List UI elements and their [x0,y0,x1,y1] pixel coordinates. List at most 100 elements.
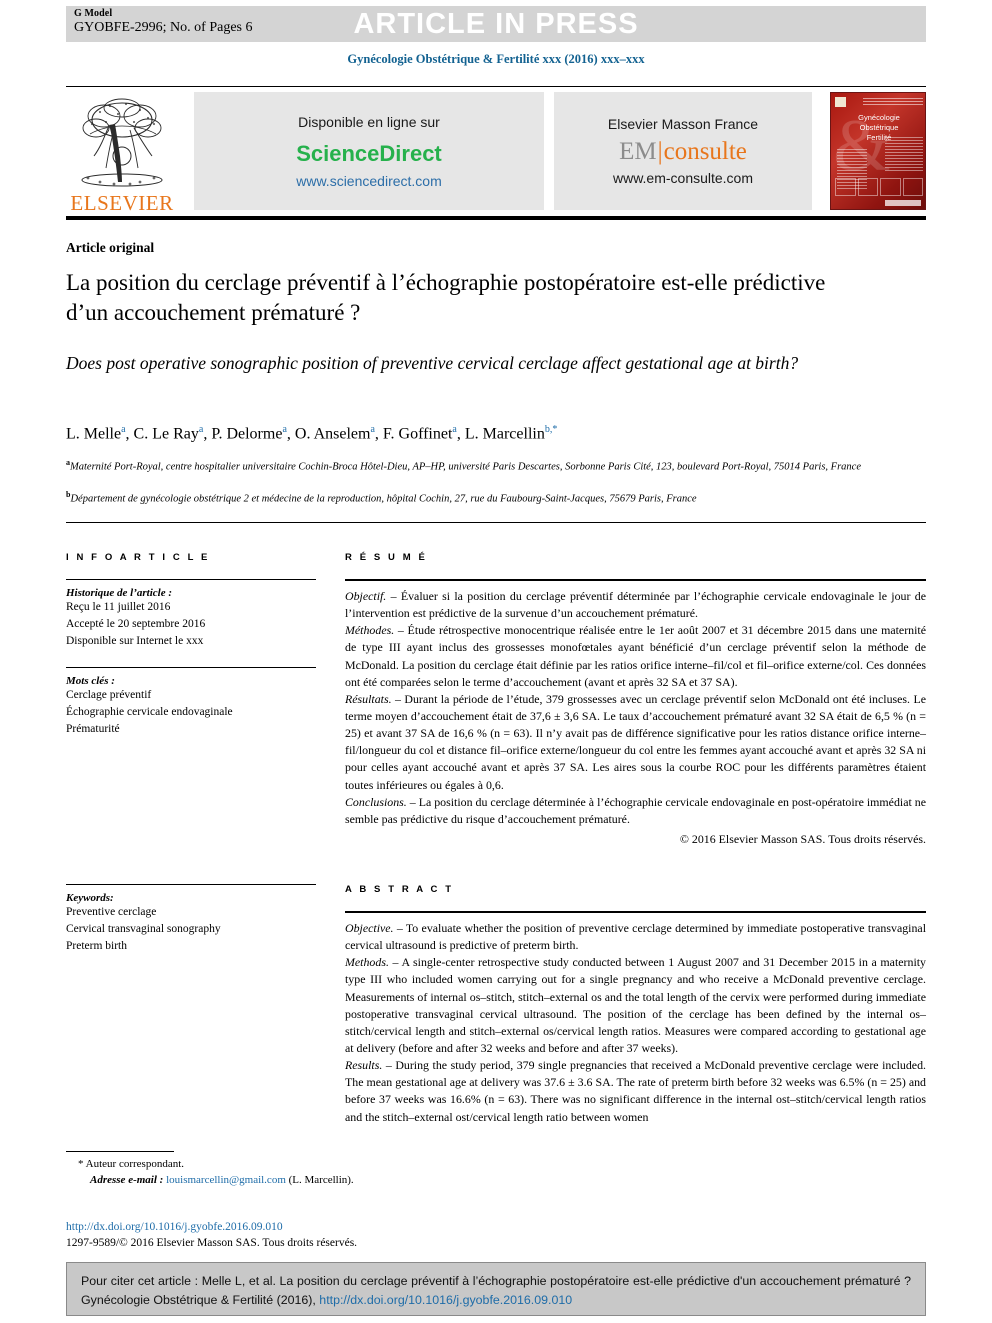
resume-objectif-label: Objectif. [345,589,387,603]
keywords-fr-label: Mots clés : [66,675,115,688]
page-title-fr: La position du cerclage préventif à l’éc… [66,270,826,325]
author-affiliation-marker: a [121,424,126,435]
resume-objectif-text: – Évaluer si la position du cerclage pré… [345,589,926,621]
author-affiliation-marker: a [198,424,204,435]
abstract-objective-text: – To evaluate whether the position of pr… [345,921,926,953]
sciencedirect-url-link[interactable]: www.sciencedirect.com [296,173,442,189]
cover-bottom-boxes [835,178,923,196]
resume-conclusions-label: Conclusions. [345,794,407,809]
email-owner: (L. Marcellin). [288,1174,354,1187]
abstract-section-top-rule [66,522,926,523]
abstract-results-label: Results. [345,1058,383,1073]
abstract-column: A B S T R A C T Objective. – To evaluate… [345,884,926,1126]
author-name: P. Delorme [211,425,283,443]
page-title-en: Does post operative sonographic position… [66,353,799,373]
abstract-methods-label: Methods. [345,955,389,970]
history-accepted: Accepté le 20 septembre 2016 [66,617,206,630]
history-label: Historique de l’article : [66,587,173,599]
resume-rule [345,579,926,581]
info-article-heading: I N F O A R T I C L E [66,552,210,563]
resume-methodes-text: – Étude rétrospective monocentrique réal… [345,623,926,689]
masthead: ELSEVIER Disponible en ligne sur Science… [66,90,926,214]
em-consulte-wordmark: EM|consulte [619,139,747,164]
author-affiliation-marker: a [282,424,287,435]
cite-this-article-box: Pour citer cet article : Melle L, et al.… [66,1262,926,1316]
footnote-rule [66,1151,174,1152]
keywords-en-column: Keywords: Preventive cerclage Cervical t… [66,884,316,954]
elsevier-wordmark: ELSEVIER [70,191,174,215]
keywords-en-rule [66,884,316,885]
em-logo-divider: | [657,138,663,165]
affiliation-b-text: Département de gynécologie obstétrique 2… [70,493,697,505]
email-link[interactable]: louismarcellin@gmail.com [166,1174,286,1186]
keyword-fr-3: Prématurité [66,722,120,735]
author-name: O. Anselem [294,425,371,443]
abstract-body: Objective. – To evaluate whether the pos… [345,920,926,1126]
journal-citation-line: Gynécologie Obstétrique & Fertilité xxx … [347,52,645,66]
author-name: L. Marcellin [464,425,545,443]
footnote-star-marker: * [78,1158,84,1170]
footnote-line-email: Adresse e-mail : louismarcellin@gmail.co… [78,1172,598,1188]
article-in-press-text: ARTICLE IN PRESS [353,8,639,40]
journal-cover-thumbnail[interactable]: & Gynécologie Obstétrique Fertilité [830,92,926,210]
author-affiliation-marker: b,* [544,424,558,435]
cite-this-article-text: Pour citer cet article : Melle L, et al.… [81,1272,911,1310]
masthead-top-rule [66,86,926,87]
author-list: L. Mellea, C. Le Raya, P. Delormea, O. A… [66,424,558,443]
sciencedirect-wordmark: ScienceDirect [296,140,442,166]
abstract-results-text: – During the study period, 379 single pr… [345,1058,926,1124]
doi-link[interactable]: http://dx.doi.org/10.1016/j.gyobfe.2016.… [66,1221,283,1233]
keywords-en-label: Keywords: [66,892,114,904]
corresponding-author-footnote: * Auteur correspondant. Adresse e-mail :… [78,1156,598,1189]
footnote-line-corresponding: * Auteur correspondant. [78,1156,598,1172]
affiliation-a: aMaternité Port-Royal, centre hospitalie… [66,457,926,475]
available-online-label: Disponible en ligne sur [298,113,440,130]
keywords-fr-rule [66,667,316,669]
resume-methodes-label: Méthodes. [345,623,395,638]
cover-title-line2: Obstétrique [859,123,899,133]
elsevier-masson-france-label: Elsevier Masson France [607,116,759,132]
masthead-bottom-rule [66,216,926,220]
keyword-fr-1: Cerclage préventif [66,689,152,702]
keyword-fr-2: Échographie cervicale endovaginale [66,706,233,719]
abstract-rule [345,911,926,913]
issn-copyright-line: 1297-9589/© 2016 Elsevier Masson SAS. To… [66,1237,358,1249]
abstract-methods-text: – A single-center retrospective study co… [345,955,926,1055]
article-in-press-banner: G Model GYOBFE-2996; No. of Pages 6 ARTI… [66,6,926,42]
author-name: L. Melle [66,425,122,443]
article-type-label: Article original [66,240,155,255]
resume-copyright: © 2016 Elsevier Masson SAS. Tous droits … [679,831,926,846]
resume-resultats-label: Résultats. [345,691,392,706]
author-affiliation-marker: a [370,424,375,435]
em-consulte-url-link[interactable]: www.em-consulte.com [613,170,753,186]
keyword-en-2: Cervical transvaginal sonography [66,922,221,935]
resume-conclusions-text: – La position du cerclage déterminée à l… [345,794,926,826]
em-consulte-panel[interactable]: Elsevier Masson France EM|consulte www.e… [554,92,812,210]
resume-body: Objectif. – Évaluer si la position du ce… [345,588,926,828]
sciencedirect-panel[interactable]: Disponible en ligne sur ScienceDirect ww… [194,92,544,210]
affiliation-a-text: Maternité Port-Royal, centre hospitalier… [70,461,861,473]
footnote-corresponding-text: Auteur correspondant. [85,1158,185,1170]
elsevier-logo: ELSEVIER [66,90,178,214]
affiliation-b: bDépartement de gynécologie obstétrique … [66,489,926,507]
elsevier-tree-icon [81,98,163,187]
resume-heading: R É S U M É [345,552,428,563]
email-label: Adresse e-mail : [90,1174,164,1187]
cover-footer-bar [885,200,921,206]
author-name: C. Le Ray [133,425,199,443]
info-article-rule [66,579,316,580]
history-online: Disponible sur Internet le xxx [66,634,204,647]
history-received: Reçu le 11 juillet 2016 [66,601,171,613]
cover-text-block-right [885,137,923,173]
author-name: F. Goffinet [382,425,453,443]
keyword-en-1: Preventive cerclage [66,906,157,918]
abstract-heading: A B S T R A C T [345,884,454,895]
cite-doi-link[interactable]: http://dx.doi.org/10.1016/j.gyobfe.2016.… [319,1293,572,1307]
keyword-en-3: Preterm birth [66,939,127,952]
resume-resultats-text: – Durant la période de l’étude, 379 gros… [345,691,926,792]
em-logo-em-part: EM [619,138,657,165]
abstract-objective-label: Objective. [345,921,394,935]
cover-title-line1: Gynécologie [858,113,900,122]
info-article-column: I N F O A R T I C L E Historique de l’ar… [66,552,316,738]
author-affiliation-marker: a [452,424,457,435]
